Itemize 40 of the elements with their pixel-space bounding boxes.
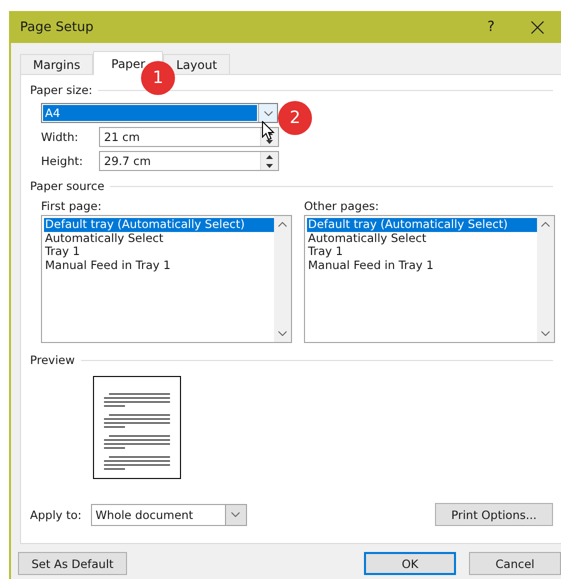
- list-item[interactable]: Automatically Select: [44, 232, 164, 245]
- paper-size-dropdown[interactable]: A4: [41, 103, 278, 123]
- group-label: Preview: [30, 353, 75, 367]
- scroll-up-icon: [541, 222, 550, 227]
- mouse-pointer-icon: [262, 121, 275, 141]
- window-title: Page Setup: [20, 20, 94, 34]
- dialog-button[interactable]: Cancel: [469, 552, 561, 575]
- list-item[interactable]: Manual Feed in Tray 1: [44, 258, 171, 272]
- help-button[interactable]: ?: [469, 19, 513, 35]
- spin-up-icon[interactable]: [266, 154, 273, 158]
- chevron-down-icon: [264, 110, 272, 116]
- dialog-button[interactable]: OK: [364, 552, 456, 575]
- list-item[interactable]: Default tray (Automatically Select): [307, 218, 537, 232]
- list-item[interactable]: Manual Feed in Tray 1: [307, 258, 434, 272]
- tab[interactable]: Margins: [20, 54, 94, 74]
- list-item[interactable]: Tray 1: [307, 245, 343, 258]
- dialog-button[interactable]: Set As Default: [18, 552, 127, 575]
- print-options-button[interactable]: Print Options...: [435, 503, 553, 526]
- list-item[interactable]: Automatically Select: [307, 232, 426, 245]
- list-item[interactable]: Default tray (Automatically Select): [44, 218, 274, 232]
- group-label: Paper size:: [30, 83, 92, 97]
- chevron-down-icon: [231, 512, 240, 517]
- close-icon: [530, 20, 544, 34]
- group-label: Paper source: [30, 179, 104, 193]
- apply-to-dropdown[interactable]: Whole document: [90, 504, 247, 526]
- list-label: Other pages:: [304, 199, 380, 213]
- tab[interactable]: Layout: [163, 54, 230, 74]
- tray-list[interactable]: Default tray (Automatically Select) Automatically Select Tray 1 Manual Feed in Tray 1: [41, 215, 292, 343]
- field-label: Apply to:: [30, 508, 82, 522]
- field-label: Width:: [41, 130, 80, 144]
- scroll-up-icon: [278, 222, 287, 227]
- list-item[interactable]: Tray 1: [44, 245, 80, 258]
- height-field[interactable]: 29.7 cm: [99, 151, 279, 171]
- scroll-down-icon: [278, 331, 287, 336]
- list-label: First page:: [41, 199, 102, 213]
- spin-down-icon[interactable]: [266, 164, 273, 168]
- scroll-down-icon: [541, 331, 550, 336]
- dropdown-value: A4: [43, 105, 257, 121]
- field-label: Height:: [41, 154, 84, 168]
- tray-list[interactable]: Default tray (Automatically Select) Automatically Select Tray 1 Manual Feed in Tray 1: [304, 215, 555, 343]
